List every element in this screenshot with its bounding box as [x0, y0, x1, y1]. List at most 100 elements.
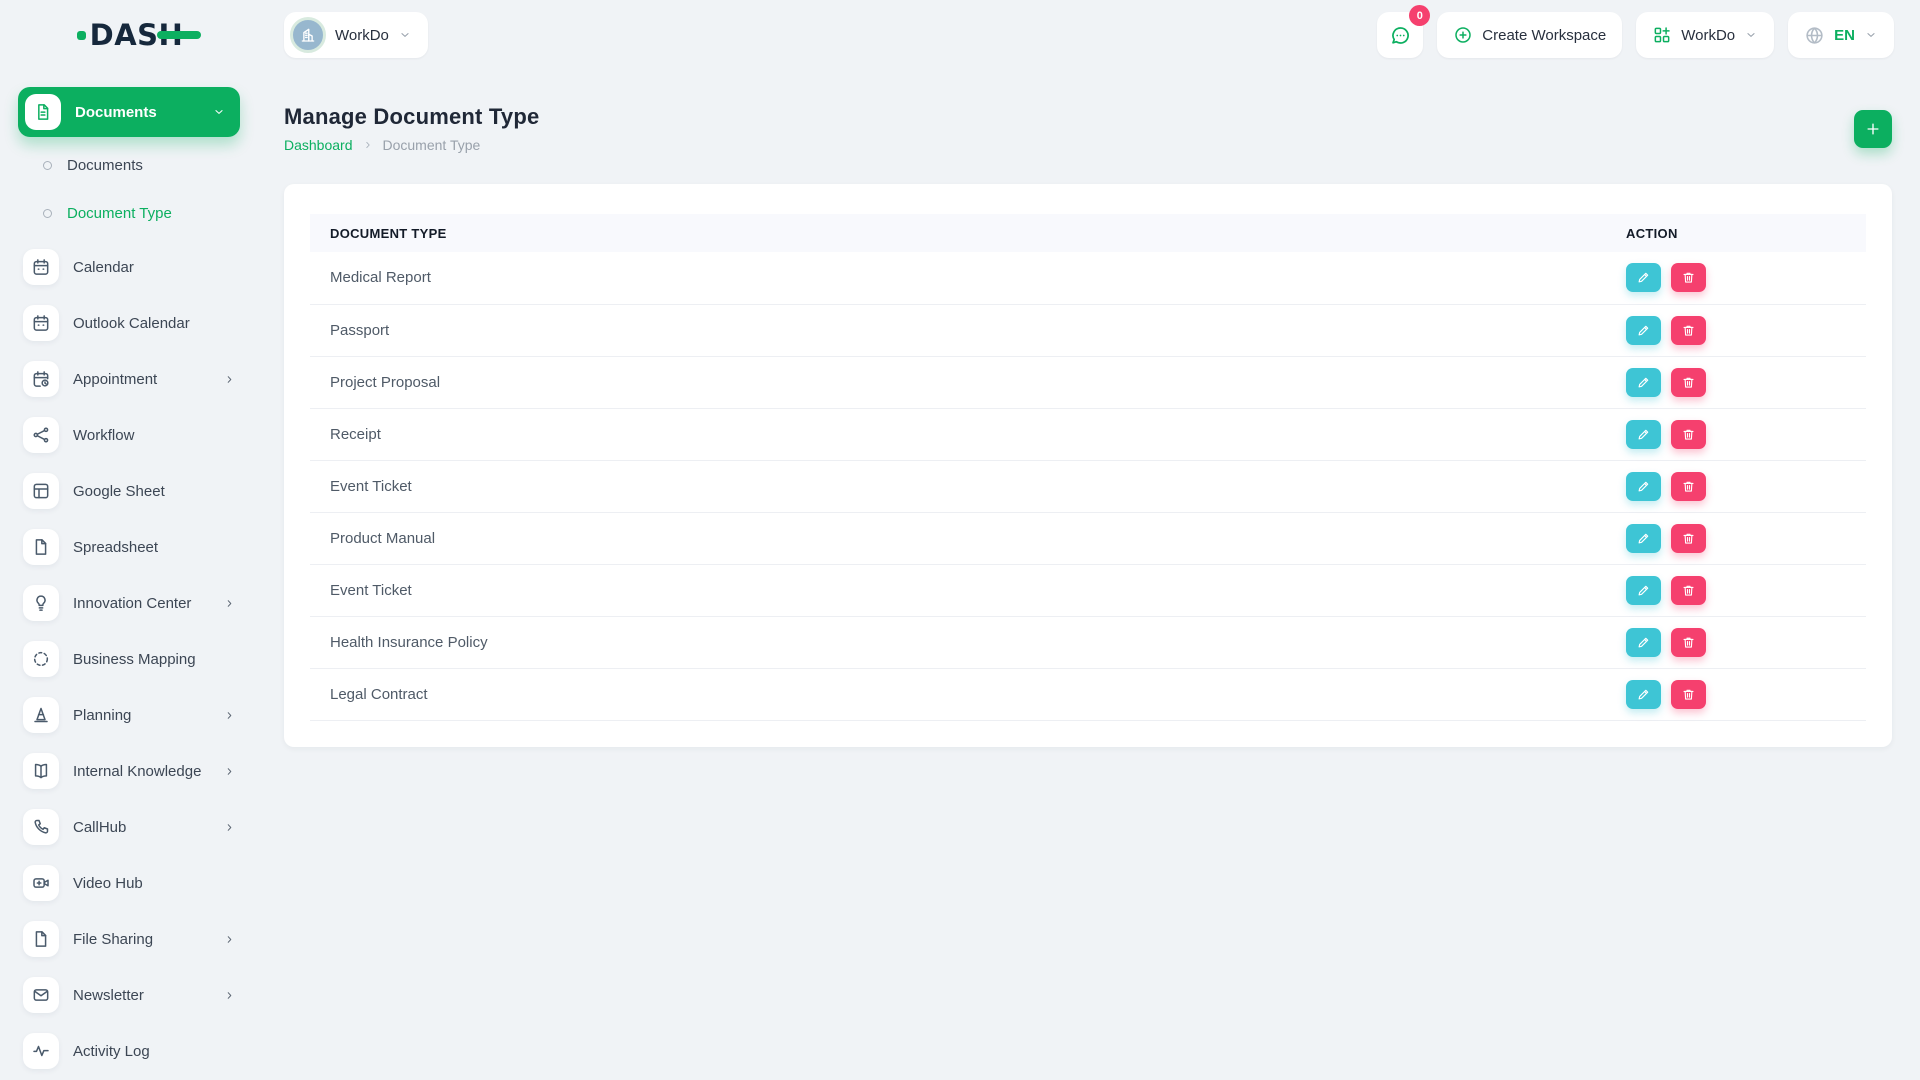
- file-icon: [23, 529, 59, 565]
- workspace-switcher[interactable]: WorkDo: [284, 12, 428, 58]
- edit-button[interactable]: [1626, 576, 1661, 605]
- edit-button[interactable]: [1626, 680, 1661, 709]
- language-code: EN: [1834, 27, 1855, 44]
- pencil-icon: [1636, 635, 1651, 650]
- sidebar-item-workflow[interactable]: Workflow: [18, 407, 240, 463]
- workflow-icon: [23, 417, 59, 453]
- edit-button[interactable]: [1626, 628, 1661, 657]
- messages-button[interactable]: 0: [1377, 12, 1423, 58]
- document-type-cell: Legal Contract: [310, 668, 1606, 720]
- breadcrumb-dashboard-link[interactable]: Dashboard: [284, 137, 353, 153]
- sidebar-item-file-sharing[interactable]: File Sharing: [18, 911, 240, 967]
- sidebar-item-planning[interactable]: Planning: [18, 687, 240, 743]
- trash-icon: [1681, 635, 1696, 650]
- delete-button[interactable]: [1671, 263, 1706, 292]
- sidebar-item-activity-log[interactable]: Activity Log: [18, 1023, 240, 1079]
- chevron-right-icon: [362, 139, 374, 151]
- globe-icon: [1804, 25, 1825, 46]
- edit-button[interactable]: [1626, 263, 1661, 292]
- table-row: Medical Report: [310, 252, 1866, 304]
- pencil-icon: [1636, 375, 1651, 390]
- document-icon: [25, 94, 61, 130]
- action-cell: [1606, 356, 1866, 408]
- bulb-icon: [23, 585, 59, 621]
- chevron-right-icon: [223, 765, 236, 778]
- circle-bullet-icon: [43, 161, 52, 170]
- add-document-type-button[interactable]: [1854, 110, 1892, 148]
- sidebar-item-video-hub[interactable]: Video Hub: [18, 855, 240, 911]
- pencil-icon: [1636, 323, 1651, 338]
- sidebar-item-business-mapping[interactable]: Business Mapping: [18, 631, 240, 687]
- sidebar-group-documents[interactable]: Documents: [18, 87, 240, 137]
- delete-button[interactable]: [1671, 420, 1706, 449]
- action-cell: [1606, 460, 1866, 512]
- messages-badge: 0: [1409, 5, 1430, 26]
- action-cell: [1606, 252, 1866, 304]
- sidebar-item-innovation-center[interactable]: Innovation Center: [18, 575, 240, 631]
- edit-button[interactable]: [1626, 316, 1661, 345]
- sidebar-item-google-sheet[interactable]: Google Sheet: [18, 463, 240, 519]
- mail-icon: [23, 977, 59, 1013]
- document-type-cell: Event Ticket: [310, 564, 1606, 616]
- chevron-down-icon: [1744, 28, 1758, 42]
- delete-button[interactable]: [1671, 680, 1706, 709]
- edit-button[interactable]: [1626, 524, 1661, 553]
- breadcrumb: Dashboard Document Type: [284, 137, 539, 153]
- delete-button[interactable]: [1671, 472, 1706, 501]
- action-cell: [1606, 304, 1866, 356]
- breadcrumb-current: Document Type: [383, 137, 481, 153]
- delete-button[interactable]: [1671, 576, 1706, 605]
- sidebar-item-appointment[interactable]: Appointment: [18, 351, 240, 407]
- trash-icon: [1681, 583, 1696, 598]
- chevron-right-icon: [223, 709, 236, 722]
- plus-icon: [1864, 120, 1882, 138]
- pencil-icon: [1636, 531, 1651, 546]
- pencil-icon: [1636, 479, 1651, 494]
- sidebar-group-label: Documents: [75, 104, 212, 121]
- document-type-cell: Passport: [310, 304, 1606, 356]
- phone-icon: [23, 809, 59, 845]
- edit-button[interactable]: [1626, 368, 1661, 397]
- sidebar-item-spreadsheet[interactable]: Spreadsheet: [18, 519, 240, 575]
- sidebar-item-internal-knowledge[interactable]: Internal Knowledge: [18, 743, 240, 799]
- workspace-switcher-label: WorkDo: [335, 27, 389, 44]
- plus-circle-icon: [1453, 25, 1473, 45]
- sidebar-item-outlook-calendar[interactable]: Outlook Calendar: [18, 295, 240, 351]
- sheet-icon: [23, 473, 59, 509]
- dashed-circle-icon: [23, 641, 59, 677]
- language-selector[interactable]: EN: [1788, 12, 1894, 58]
- appointment-icon: [23, 361, 59, 397]
- app-menu-button[interactable]: WorkDo: [1636, 12, 1774, 58]
- brand-logo[interactable]: DASH: [77, 18, 184, 52]
- delete-button[interactable]: [1671, 316, 1706, 345]
- sidebar-submenu: Documents Document Type: [18, 137, 240, 237]
- trash-icon: [1681, 427, 1696, 442]
- create-workspace-label: Create Workspace: [1482, 27, 1606, 44]
- sidebar-items: Calendar Outlook Calendar Appointment Wo…: [18, 237, 240, 1079]
- chevron-right-icon: [223, 933, 236, 946]
- delete-button[interactable]: [1671, 628, 1706, 657]
- calendar-icon: [23, 305, 59, 341]
- chevron-right-icon: [223, 989, 236, 1002]
- create-workspace-button[interactable]: Create Workspace: [1437, 12, 1622, 58]
- sidebar-item-calendar[interactable]: Calendar: [18, 239, 240, 295]
- edit-button[interactable]: [1626, 472, 1661, 501]
- trash-icon: [1681, 479, 1696, 494]
- table-header-row: DOCUMENT TYPE ACTION: [310, 214, 1866, 252]
- document-type-cell: Receipt: [310, 408, 1606, 460]
- sidebar-subitem-documents[interactable]: Documents: [18, 141, 240, 189]
- sidebar-subitem-document-type[interactable]: Document Type: [18, 189, 240, 237]
- delete-button[interactable]: [1671, 524, 1706, 553]
- pencil-icon: [1636, 687, 1651, 702]
- logo-dash-icon: [157, 31, 201, 39]
- sidebar-item-newsletter[interactable]: Newsletter: [18, 967, 240, 1023]
- delete-button[interactable]: [1671, 368, 1706, 397]
- logo-area: DASH: [0, 18, 260, 52]
- trash-icon: [1681, 375, 1696, 390]
- page-header: Manage Document Type Dashboard Document …: [284, 104, 1892, 153]
- table-row: Project Proposal: [310, 356, 1866, 408]
- sidebar-item-callhub[interactable]: CallHub: [18, 799, 240, 855]
- edit-button[interactable]: [1626, 420, 1661, 449]
- app-root: DASH WorkDo 0 Create Workspace WorkDo: [0, 0, 1920, 747]
- column-header-action: ACTION: [1606, 214, 1866, 252]
